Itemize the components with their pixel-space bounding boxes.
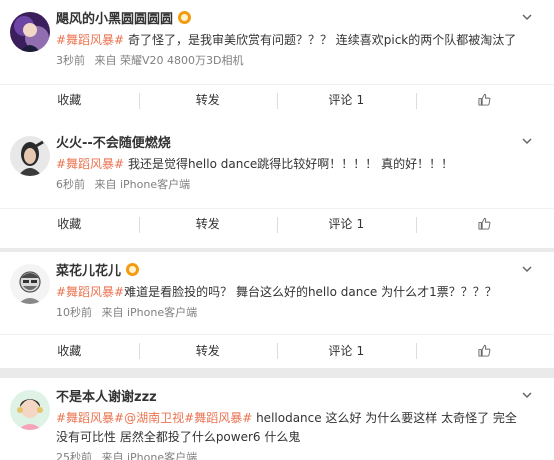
comment-count: 1 [356, 216, 365, 231]
post-source: 来自 iPhone客户端 [101, 306, 198, 319]
repost-button[interactable]: 转发 [138, 85, 278, 114]
action-bar: 收藏 转发 评论 1 [0, 208, 554, 238]
post-text: #舞蹈风暴#难道是看脸投的吗？ 舞台这么好的hello dance 为什么才1票… [56, 283, 524, 302]
thumbs-up-icon [478, 344, 491, 357]
collect-button[interactable]: 收藏 [0, 209, 139, 238]
hashtag-link[interactable]: #舞蹈风暴# [56, 157, 124, 171]
post-meta: 25秒前 来自 iPhone客户端 [56, 449, 203, 460]
post-text: #舞蹈风暴# 奇了怪了，是我审美欣赏有问题？？？ 连续喜欢pick的两个队都被淘… [56, 31, 524, 50]
thumbs-up-icon [478, 93, 491, 106]
post-body: 我还是觉得hello dance跳得比较好啊！！！！ 真的好！！！ [124, 157, 454, 171]
post-text: #舞蹈风暴# 我还是觉得hello dance跳得比较好啊！！！！ 真的好！！！ [56, 155, 524, 174]
repost-button[interactable]: 转发 [138, 335, 278, 366]
collect-button[interactable]: 收藏 [0, 85, 139, 114]
username[interactable]: 菜花儿花儿 [56, 260, 140, 279]
post-meta: 10秒前 来自 iPhone客户端 [56, 304, 203, 320]
avatar[interactable] [10, 264, 50, 304]
member-badge-icon [178, 11, 192, 24]
username-text[interactable]: 火火--不会随便燃烧 [56, 132, 171, 151]
like-button[interactable] [415, 335, 554, 366]
post-time[interactable]: 6秒前 [56, 178, 85, 191]
post-source: 来自 iPhone客户端 [94, 178, 191, 191]
comment-count: 1 [356, 343, 365, 358]
username-text[interactable]: 飓风的小黑圆圆圆圆 [56, 8, 173, 27]
comment-button[interactable]: 评论 1 [277, 85, 416, 114]
hashtag-link[interactable]: #舞蹈风暴# [56, 285, 124, 299]
feed-card: 菜花儿花儿 #舞蹈风暴#难道是看脸投的吗？ 舞台这么好的hello dance … [0, 252, 554, 368]
post-source: 来自 iPhone客户端 [101, 451, 198, 460]
repost-button[interactable]: 转发 [138, 209, 278, 238]
username-text[interactable]: 不是本人谢谢zzz [56, 386, 157, 405]
hashtag-link[interactable]: #舞蹈风暴# [56, 33, 124, 47]
feed-card: 火火--不会随便燃烧 #舞蹈风暴# 我还是觉得hello dance跳得比较好啊… [0, 124, 554, 248]
avatar[interactable] [10, 390, 50, 430]
comment-count: 1 [356, 92, 365, 107]
post-source: 来自 荣耀V20 4800万3D相机 [94, 54, 244, 67]
hashtag-link[interactable]: #舞蹈风暴# [184, 411, 252, 425]
avatar[interactable] [10, 136, 50, 176]
post-meta: 6秒前 来自 iPhone客户端 [56, 176, 196, 192]
like-button[interactable] [415, 85, 554, 114]
avatar[interactable] [10, 12, 50, 52]
username-text[interactable]: 菜花儿花儿 [56, 260, 121, 279]
comment-button[interactable]: 评论 1 [277, 209, 416, 238]
post-meta: 3秒前 来自 荣耀V20 4800万3D相机 [56, 52, 249, 68]
username[interactable]: 不是本人谢谢zzz [56, 386, 157, 405]
post-body: 难道是看脸投的吗？ 舞台这么好的hello dance 为什么才1票？？？？ [124, 285, 497, 299]
post-text: #舞蹈风暴#@湖南卫视#舞蹈风暴# hellodance 这么好 为什么要这样 … [56, 409, 524, 447]
like-button[interactable] [415, 209, 554, 238]
action-bar: 收藏 转发 评论 1 [0, 334, 554, 366]
post-time[interactable]: 3秒前 [56, 54, 85, 67]
chevron-down-icon[interactable] [522, 136, 532, 146]
member-badge-icon [126, 263, 140, 276]
username[interactable]: 火火--不会随便燃烧 [56, 132, 171, 151]
hashtag-link[interactable]: #舞蹈风暴# [56, 411, 124, 425]
feed-card: 飓风的小黑圆圆圆圆 #舞蹈风暴# 奇了怪了，是我审美欣赏有问题？？？ 连续喜欢p… [0, 0, 554, 124]
chevron-down-icon[interactable] [522, 12, 532, 22]
action-bar: 收藏 转发 评论 1 [0, 84, 554, 114]
chevron-down-icon[interactable] [522, 264, 532, 274]
collect-button[interactable]: 收藏 [0, 335, 139, 366]
post-body: 奇了怪了，是我审美欣赏有问题？？？ 连续喜欢pick的两个队都被淘汰了 [124, 33, 517, 47]
mention-link[interactable]: @湖南卫视 [124, 411, 184, 425]
username[interactable]: 飓风的小黑圆圆圆圆 [56, 8, 192, 27]
comment-button[interactable]: 评论 1 [277, 335, 416, 366]
post-time[interactable]: 25秒前 [56, 451, 92, 460]
feed-card: 不是本人谢谢zzz #舞蹈风暴#@湖南卫视#舞蹈风暴# hellodance 这… [0, 378, 554, 460]
chevron-down-icon[interactable] [522, 390, 532, 400]
post-time[interactable]: 10秒前 [56, 306, 92, 319]
thumbs-up-icon [478, 217, 491, 230]
